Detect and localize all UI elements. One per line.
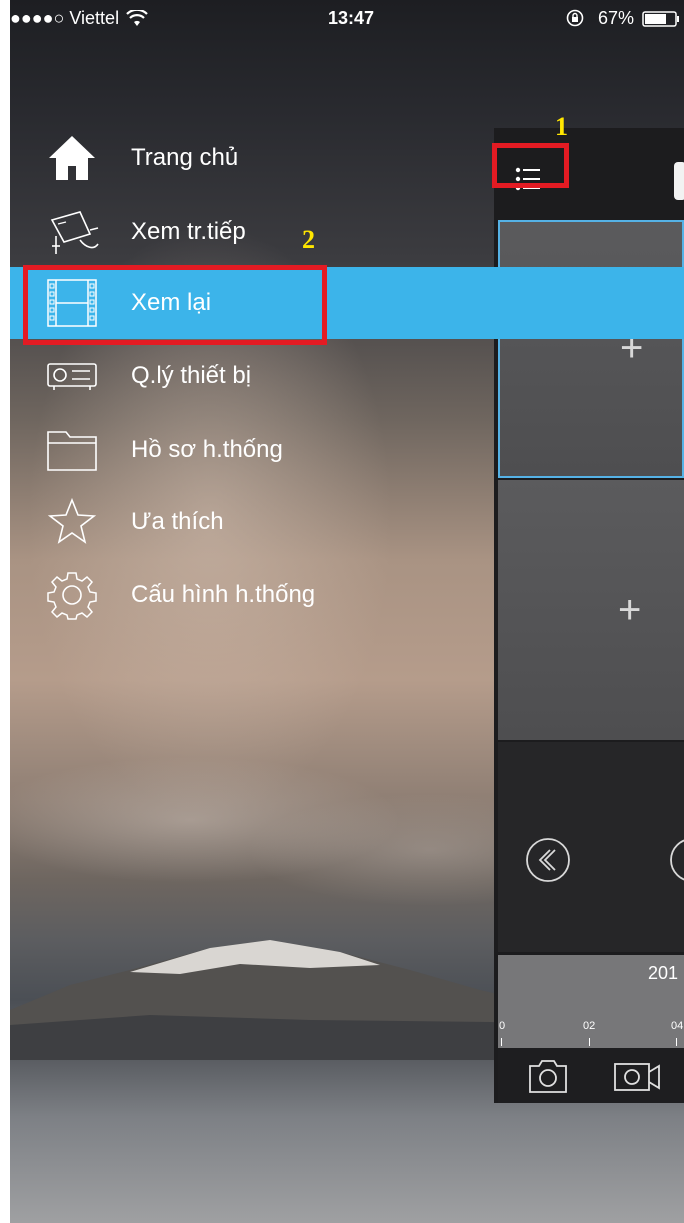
menu-item-label: Trang chủ — [131, 144, 239, 171]
annotation-box-2 — [23, 265, 327, 345]
menu-item-label: Cấu hình h.thống — [131, 581, 316, 608]
gear-icon — [47, 572, 97, 620]
dvr-device-icon — [47, 363, 97, 390]
timeline-tick — [501, 1038, 502, 1046]
menu-item-home[interactable]: Trang chủ — [10, 126, 684, 190]
rotation-lock-icon — [566, 9, 584, 27]
phone-screen: ●●●●○ Viettel 13:47 67% + + 201 0 02 04 … — [10, 0, 684, 1223]
timeline-tick-label: 04 — [671, 1020, 684, 1032]
timeline-tick-label: 02 — [583, 1020, 596, 1032]
menu-item-favorites[interactable]: Ưa thích — [10, 490, 684, 554]
annotation-number-2: 2 — [302, 225, 315, 254]
timeline-date: 201 — [648, 963, 679, 983]
menu-item-label: Q.lý thiết bị — [131, 362, 252, 389]
play-icon[interactable] — [668, 836, 684, 884]
menu-item-label: Hồ sơ h.thống — [131, 436, 283, 463]
cctv-camera-icon — [50, 211, 99, 254]
annotation-box-1 — [492, 143, 569, 188]
wifi-icon — [126, 10, 148, 26]
camera-snapshot-icon[interactable] — [524, 1056, 572, 1096]
menu-item-live-view[interactable]: Xem tr.tiếp — [10, 200, 684, 264]
menu-item-system-settings[interactable]: Cấu hình h.thống — [10, 563, 684, 627]
status-bar: ●●●●○ Viettel 13:47 67% — [10, 0, 684, 40]
battery-icon — [642, 11, 679, 27]
folder-icon — [47, 431, 97, 471]
menu-item-system-records[interactable]: Hồ sơ h.thống — [10, 418, 684, 482]
carrier-label: ●●●●○ Viettel — [10, 8, 120, 28]
menu-item-label: Ưa thích — [131, 508, 224, 535]
star-icon — [47, 497, 97, 544]
menu-item-label: Xem tr.tiếp — [131, 218, 246, 245]
status-clock: 13:47 — [328, 8, 375, 28]
battery-percentage: 67% — [598, 8, 635, 28]
timeline-tick — [676, 1038, 677, 1046]
menu-item-device-manager[interactable]: Q.lý thiết bị — [10, 344, 684, 408]
annotation-number-1: 1 — [555, 112, 568, 141]
video-record-icon[interactable] — [612, 1056, 664, 1096]
timeline-tick — [589, 1038, 590, 1046]
home-icon — [49, 136, 95, 180]
timeline-tick-label: 0 — [499, 1020, 506, 1032]
rewind-icon[interactable] — [524, 836, 572, 884]
